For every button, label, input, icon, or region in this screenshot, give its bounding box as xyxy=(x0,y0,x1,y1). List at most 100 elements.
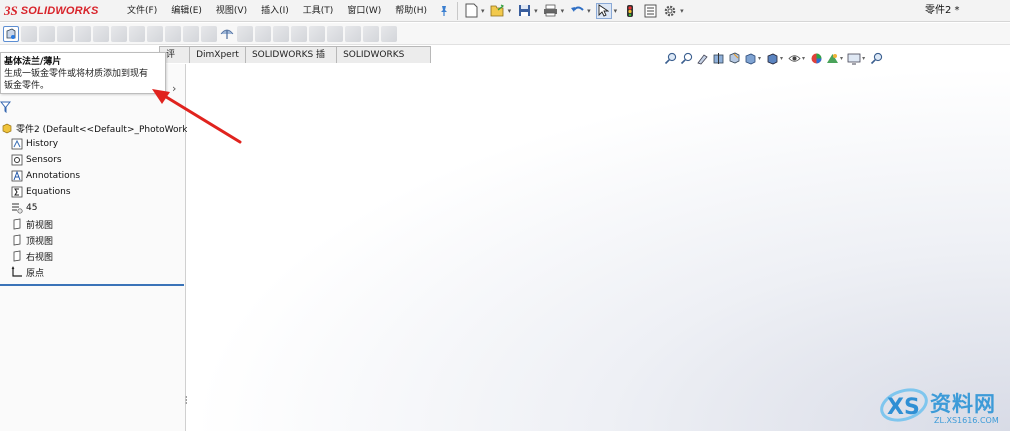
menu-view[interactable]: 视图(V) xyxy=(209,0,254,22)
view-settings-icon[interactable] xyxy=(847,51,861,65)
tree-item-label: 45 xyxy=(26,203,38,213)
options-dropdown-icon[interactable]: ▾ xyxy=(680,7,684,15)
part-icon xyxy=(0,122,13,135)
toolbar-icon[interactable] xyxy=(363,25,379,42)
edit-appearance-icon[interactable] xyxy=(809,51,823,65)
tree-item-label: Annotations xyxy=(26,171,81,181)
open-folder-icon[interactable] xyxy=(490,3,506,19)
tree-item-sensors[interactable]: Sensors xyxy=(10,152,62,168)
watermark: XS 资料网 ZL.XS1616.COM xyxy=(878,382,1008,430)
tree-item-equations[interactable]: Equations xyxy=(10,184,71,200)
view-orientation-dropdown-icon[interactable]: ▾ xyxy=(758,55,761,62)
toolbar-icon[interactable] xyxy=(345,25,361,42)
pin-icon[interactable] xyxy=(436,3,452,19)
toolbar-icon[interactable] xyxy=(309,25,325,42)
undo-icon[interactable] xyxy=(569,3,585,19)
equations-icon xyxy=(10,186,23,199)
menu-window[interactable]: 窗口(W) xyxy=(340,0,388,22)
hide-show-dropdown-icon[interactable]: ▾ xyxy=(802,55,805,62)
new-dropdown-icon[interactable]: ▾ xyxy=(481,7,485,15)
toolbar-icon[interactable] xyxy=(327,25,343,42)
tree-item-annotations[interactable]: Annotations xyxy=(10,168,80,184)
history-icon xyxy=(10,138,23,151)
file-properties-icon[interactable] xyxy=(642,3,658,19)
display-style-icon[interactable] xyxy=(765,51,779,65)
toolbar-icon[interactable] xyxy=(93,25,109,42)
zoom-icon[interactable] xyxy=(869,51,883,65)
tree-item-label: 原点 xyxy=(26,268,45,279)
view-settings-dropdown-icon[interactable]: ▾ xyxy=(862,55,865,62)
tree-item-history[interactable]: History xyxy=(10,136,58,152)
apply-scene-icon[interactable] xyxy=(825,51,839,65)
menu-insert[interactable]: 插入(I) xyxy=(254,0,296,22)
rebuild-icon[interactable] xyxy=(622,3,638,19)
previous-view-icon[interactable] xyxy=(695,51,709,65)
toolbar-icon[interactable] xyxy=(111,25,127,42)
origin-icon xyxy=(10,266,23,279)
toolbar-icon[interactable] xyxy=(183,25,199,42)
tree-item-label: 顶视图 xyxy=(26,236,54,247)
toolbar-icon[interactable] xyxy=(57,25,73,42)
tab-solidworks-addins[interactable]: SOLIDWORKS 插件 xyxy=(244,46,338,76)
select-cursor-icon[interactable] xyxy=(595,2,612,19)
menu-tools[interactable]: 工具(T) xyxy=(296,0,341,22)
save-dropdown-icon[interactable]: ▾ xyxy=(534,7,538,15)
tree-item-front-plane[interactable]: 前视图 xyxy=(10,216,53,232)
menu-edit[interactable]: 编辑(E) xyxy=(164,0,209,22)
zoom-to-area-icon[interactable] xyxy=(679,51,693,65)
new-document-icon[interactable] xyxy=(463,3,479,19)
toolbar-icon[interactable] xyxy=(21,25,37,42)
tab-dimxpert[interactable]: DimXpert xyxy=(189,46,246,63)
tooltip-title: 基体法兰/薄片 xyxy=(4,57,62,67)
base-flange-icon[interactable] xyxy=(3,25,19,42)
print-icon[interactable] xyxy=(543,3,559,19)
toolbar-icon[interactable] xyxy=(291,25,307,42)
display-style-dropdown-icon[interactable]: ▾ xyxy=(780,55,783,62)
plane-icon xyxy=(10,250,23,263)
plane-icon xyxy=(10,234,23,247)
title-menu-bar: 3S SOLIDWORKS 文件(F) 编辑(E) 视图(V) 插入(I) 工具… xyxy=(0,0,1010,22)
open-dropdown-icon[interactable]: ▾ xyxy=(508,7,512,15)
tree-item-label: 右视图 xyxy=(26,252,54,263)
tree-item-top-plane[interactable]: 顶视图 xyxy=(10,232,53,248)
toolbar-icon[interactable] xyxy=(75,25,91,42)
save-icon[interactable] xyxy=(516,3,532,19)
tab-solidworks-mbd[interactable]: SOLIDWORKS MBD xyxy=(336,46,431,76)
toolbar-icon[interactable] xyxy=(201,25,217,42)
tree-item-right-plane[interactable]: 右视图 xyxy=(10,248,53,264)
section-view-icon[interactable] xyxy=(711,51,725,65)
select-dropdown-icon[interactable]: ▾ xyxy=(614,7,618,15)
toolbar-icon[interactable] xyxy=(129,25,145,42)
toolbar-icon[interactable] xyxy=(147,25,163,42)
insert-bends-icon[interactable] xyxy=(219,26,235,42)
sensors-icon xyxy=(10,154,23,167)
material-icon xyxy=(10,202,23,215)
toolbar-icon[interactable] xyxy=(273,25,289,42)
toolbar-icon[interactable] xyxy=(165,25,181,42)
view-orientation-icon[interactable] xyxy=(743,51,757,65)
tree-item-label: Sensors xyxy=(26,155,62,165)
apply-scene-dropdown-icon[interactable]: ▾ xyxy=(840,55,843,62)
print-dropdown-icon[interactable]: ▾ xyxy=(561,7,565,15)
panel-divider xyxy=(0,284,184,286)
tooltip-body: 生成一钣金零件或将材质添加到现有 钣金零件。 xyxy=(4,68,162,92)
zoom-to-fit-icon[interactable] xyxy=(663,51,677,65)
annotations-icon xyxy=(10,170,23,183)
svg-text:XS: XS xyxy=(887,395,920,420)
tree-item-origin[interactable]: 原点 xyxy=(10,264,44,280)
solidworks-logo[interactable]: 3S SOLIDWORKS xyxy=(0,0,120,22)
tree-item-material[interactable]: 45 xyxy=(10,200,37,216)
toolbar-icon[interactable] xyxy=(381,25,397,42)
gear-icon[interactable] xyxy=(662,3,678,19)
toolbar-icon[interactable] xyxy=(39,25,55,42)
undo-dropdown-icon[interactable]: ▾ xyxy=(587,7,591,15)
toolbar-icon[interactable] xyxy=(255,25,271,42)
dynamic-annotation-icon[interactable] xyxy=(727,51,741,65)
menu-help[interactable]: 帮助(H) xyxy=(388,0,434,22)
menu-file[interactable]: 文件(F) xyxy=(120,0,164,22)
toolbar-icon[interactable] xyxy=(237,25,253,42)
filter-icon[interactable] xyxy=(0,101,12,115)
hide-show-items-icon[interactable] xyxy=(787,51,801,65)
plane-icon xyxy=(10,218,23,231)
graphics-area[interactable] xyxy=(187,64,1010,431)
